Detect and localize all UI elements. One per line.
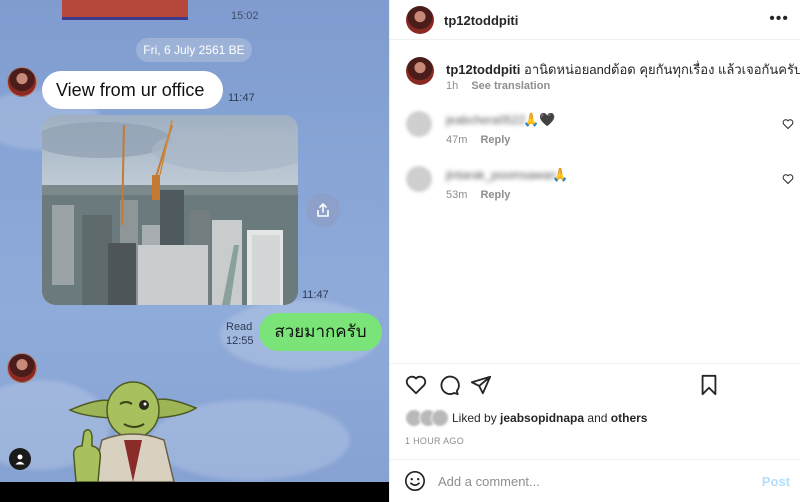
incoming-message-time: 11:47 bbox=[228, 92, 255, 104]
posted-time[interactable]: 1 HOUR AGO bbox=[405, 436, 464, 446]
see-translation-link[interactable]: See translation bbox=[471, 80, 550, 92]
incoming-message-bubble[interactable]: View from ur office bbox=[42, 71, 223, 109]
photo-time: 11:47 bbox=[302, 289, 329, 301]
caption-meta: 1h See translation bbox=[446, 80, 550, 92]
divider bbox=[390, 363, 800, 364]
read-receipt: Read 12:55 bbox=[226, 320, 254, 348]
date-separator: Fri, 6 July 2561 BE bbox=[136, 38, 252, 62]
comment-age: 53m bbox=[446, 189, 468, 201]
comment-like-icon[interactable] bbox=[782, 118, 794, 130]
comment-username[interactable]: jintarak_poomsawan bbox=[446, 168, 556, 182]
comment-meta: 53m Reply bbox=[446, 189, 510, 201]
incoming-photo[interactable] bbox=[42, 115, 298, 305]
bookmark-icon[interactable] bbox=[698, 374, 720, 396]
comment-like-icon[interactable] bbox=[782, 173, 794, 185]
read-label: Read bbox=[226, 321, 253, 333]
yoda-sticker[interactable] bbox=[62, 362, 204, 483]
comment-input[interactable]: Add a comment... bbox=[438, 474, 540, 489]
comment-username[interactable]: jeabchera0522 bbox=[446, 113, 525, 127]
sender-avatar[interactable] bbox=[7, 67, 37, 97]
caption-avatar[interactable] bbox=[406, 57, 434, 85]
emoji-icon[interactable] bbox=[404, 470, 426, 492]
divider bbox=[390, 459, 800, 460]
heart-icon[interactable] bbox=[405, 374, 427, 396]
read-time: 12:55 bbox=[226, 335, 254, 347]
caption-age: 1h bbox=[446, 80, 459, 92]
share-icon[interactable] bbox=[470, 374, 492, 396]
post-header: tp12toddpiti ••• bbox=[390, 0, 800, 40]
chat-screenshot: 15:02 Fri, 6 July 2561 BE View from ur o… bbox=[0, 0, 389, 502]
profile-button[interactable] bbox=[9, 448, 31, 470]
liked-by-user[interactable]: jeabsopidnapa bbox=[500, 411, 584, 425]
comment-age: 47m bbox=[446, 134, 468, 146]
caption-username[interactable]: tp12toddpiti bbox=[446, 62, 520, 77]
comment-avatar[interactable] bbox=[406, 111, 432, 137]
post-caption: tp12toddpiti อานิดหน่อยandต้อด คุยกันทุก… bbox=[446, 59, 800, 80]
share-photo-button[interactable] bbox=[306, 193, 340, 227]
caption-text: อานิดหน่อยandต้อด คุยกันทุกเรื่อง แล้วเจ… bbox=[524, 62, 800, 77]
liked-by: Liked by jeabsopidnapa and others bbox=[452, 411, 647, 425]
reply-link[interactable]: Reply bbox=[480, 189, 510, 201]
screenshot-root: 15:02 Fri, 6 July 2561 BE View from ur o… bbox=[0, 0, 800, 502]
instagram-post-panel: tp12toddpiti ••• tp12toddpiti อานิดหน่อย… bbox=[389, 0, 800, 502]
liker-avatar[interactable] bbox=[431, 409, 449, 427]
post-comment-button[interactable]: Post bbox=[762, 474, 790, 489]
previous-message-time: 15:02 bbox=[231, 10, 259, 22]
comment-text: 🙏🖤 bbox=[523, 112, 556, 127]
author-username[interactable]: tp12toddpiti bbox=[444, 13, 518, 28]
reply-link[interactable]: Reply bbox=[480, 134, 510, 146]
liked-by-and: and bbox=[587, 411, 608, 425]
liked-by-prefix: Liked by bbox=[452, 411, 497, 425]
liked-by-others[interactable]: others bbox=[611, 411, 648, 425]
comment-text: 🙏 bbox=[552, 167, 569, 182]
comment-meta: 47m Reply bbox=[446, 134, 510, 146]
author-avatar[interactable] bbox=[406, 6, 434, 34]
outgoing-message-bubble[interactable]: สวยมากครับ bbox=[259, 313, 382, 351]
comment-avatar[interactable] bbox=[406, 166, 432, 192]
person-icon bbox=[15, 454, 25, 465]
previous-image-edge bbox=[62, 0, 188, 20]
more-horizontal-icon[interactable]: ••• bbox=[769, 10, 789, 28]
share-icon bbox=[317, 202, 329, 217]
sender-avatar-2[interactable] bbox=[7, 353, 37, 383]
comment-icon[interactable] bbox=[438, 374, 460, 396]
